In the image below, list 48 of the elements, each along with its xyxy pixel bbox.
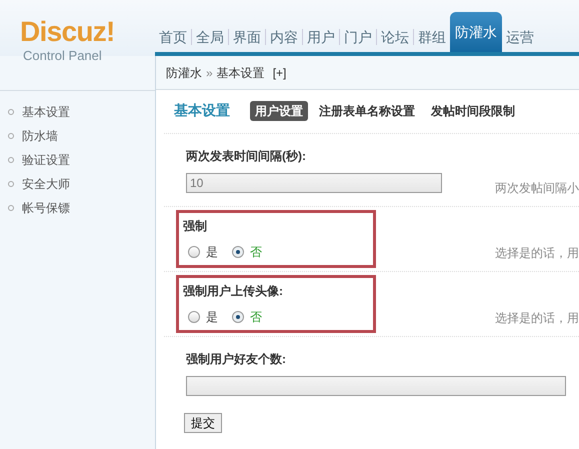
logo-subtitle: Control Panel xyxy=(22,47,103,65)
radio-button[interactable] xyxy=(188,246,200,258)
bullet-icon xyxy=(8,157,14,163)
sub-tab[interactable]: 注册表单名称设置 xyxy=(314,100,420,120)
setting-label: 强制用户上传头像: xyxy=(183,283,284,300)
sidebar-item[interactable]: 帐号保镖 xyxy=(22,199,70,217)
input-field[interactable]: 10 xyxy=(186,173,442,193)
nav-tab[interactable]: 论坛 xyxy=(377,22,413,52)
setting-hint: 选择是的话，用 xyxy=(495,310,579,327)
option-label: 是 xyxy=(206,309,218,326)
breadcrumb-link[interactable]: 防灌水 xyxy=(166,64,202,82)
nav-tab[interactable]: 群组 xyxy=(414,22,450,52)
setting-hint: 选择是的话，用 xyxy=(495,245,579,262)
input-field[interactable] xyxy=(186,376,566,396)
nav-tab[interactable]: 用户 xyxy=(303,22,339,52)
bullet-icon xyxy=(8,181,14,187)
setting-label: 强制用户好友个数: xyxy=(186,351,287,368)
breadcrumb-current: 基本设置 xyxy=(216,64,265,82)
sidebar-item[interactable]: 安全大师 xyxy=(22,175,70,193)
logo: Discuz! xyxy=(20,18,116,46)
bullet-icon xyxy=(8,133,14,139)
bullet-icon xyxy=(8,205,14,211)
sidebar-item[interactable]: 基本设置 xyxy=(22,103,70,121)
sub-tab[interactable]: 发帖时间段限制 xyxy=(426,100,520,120)
nav-tab[interactable]: 内容 xyxy=(266,22,302,52)
expand-toggle[interactable]: [+] xyxy=(272,64,286,82)
nav-tab[interactable]: 首页 xyxy=(155,22,191,52)
radio-button[interactable] xyxy=(232,246,244,258)
setting-label: 强制 xyxy=(183,218,208,235)
nav-tab[interactable]: 全局 xyxy=(192,22,228,52)
submit-button[interactable]: 提交 xyxy=(184,413,222,433)
sidebar-item[interactable]: 防水墙 xyxy=(22,127,58,145)
nav-tab[interactable]: 门户 xyxy=(340,22,376,52)
bullet-icon xyxy=(8,109,14,115)
sidebar-item[interactable]: 验证设置 xyxy=(22,151,70,169)
nav-tab[interactable]: 运营 xyxy=(502,22,538,52)
nav-tab[interactable]: 界面 xyxy=(229,22,265,52)
setting-label: 两次发表时间间隔(秒): xyxy=(186,148,307,165)
radio-button[interactable] xyxy=(232,311,244,323)
setting-hint: 两次发帖间隔小 xyxy=(495,180,579,197)
option-label: 否 xyxy=(250,244,262,261)
option-label: 否 xyxy=(250,309,262,326)
section-title: 基本设置 xyxy=(174,101,230,120)
breadcrumb-separator: » xyxy=(206,64,213,82)
sub-tab[interactable]: 用户设置 xyxy=(250,100,308,120)
radio-button[interactable] xyxy=(188,311,200,323)
nav-tab[interactable]: 防灌水 xyxy=(450,12,502,52)
option-label: 是 xyxy=(206,244,218,261)
